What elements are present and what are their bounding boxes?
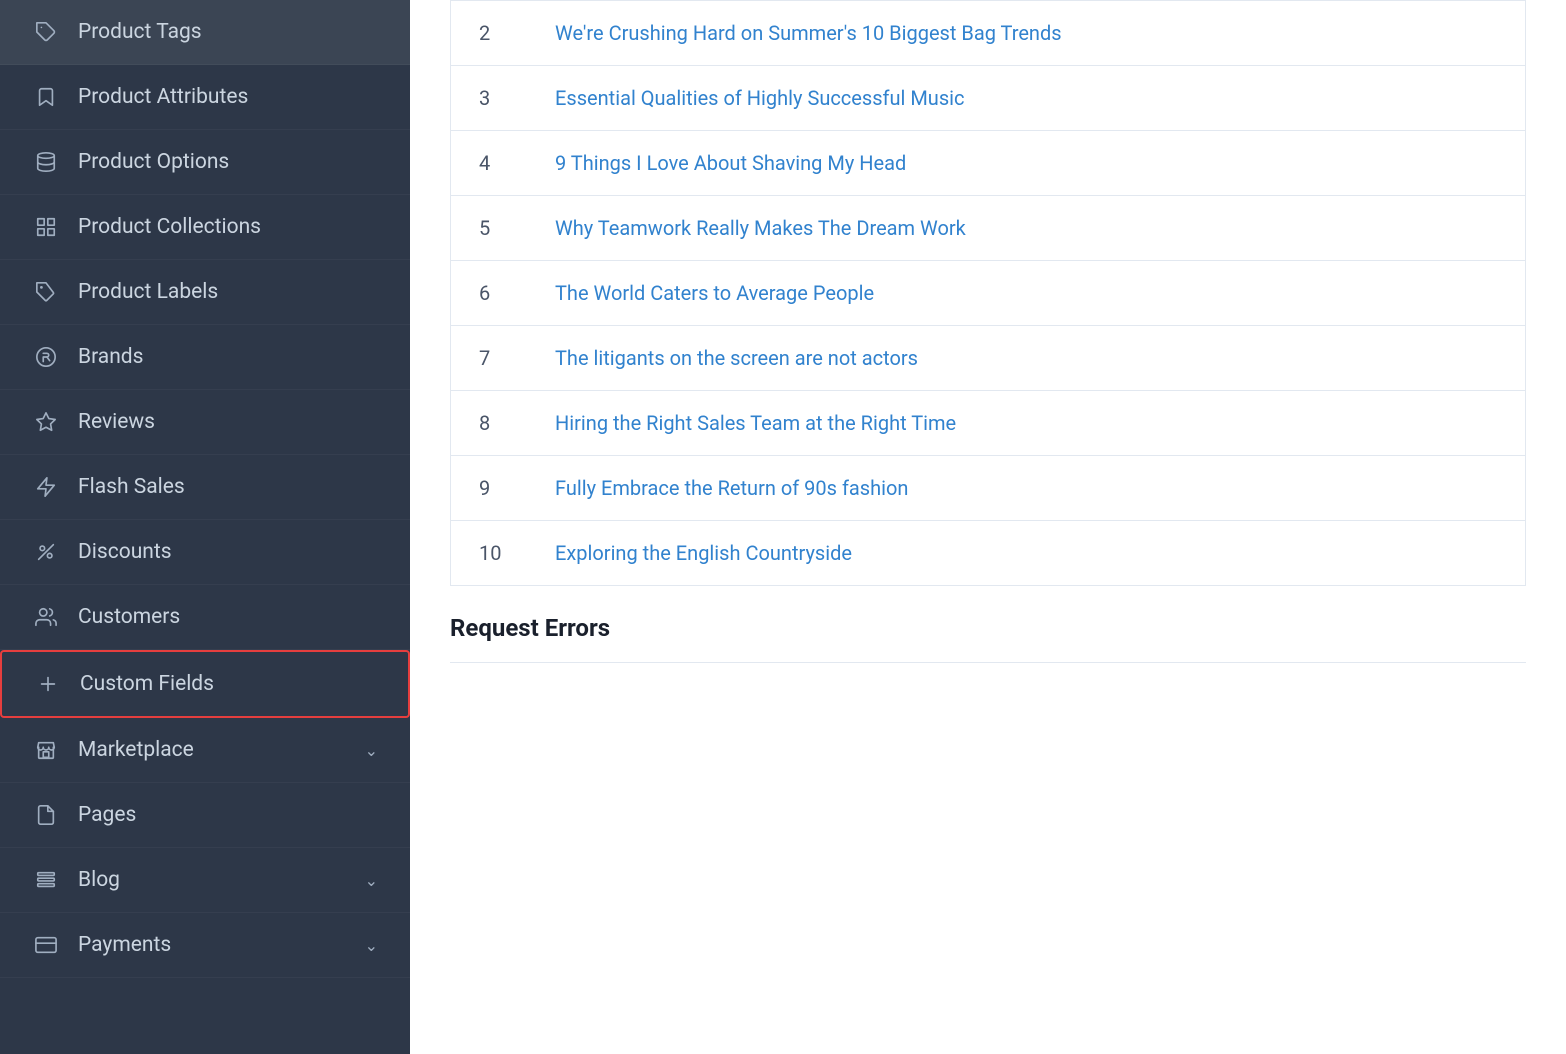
row-number: 5: [479, 216, 515, 240]
tag-icon: [32, 18, 60, 46]
flash-icon: [32, 473, 60, 501]
row-link[interactable]: 9 Things I Love About Shaving My Head: [555, 151, 906, 175]
sidebar-item-custom-fields[interactable]: Custom Fields: [0, 650, 410, 718]
table-row: 9 Fully Embrace the Return of 90s fashio…: [451, 456, 1525, 521]
bookmark-icon: [32, 83, 60, 111]
grid-icon: [32, 213, 60, 241]
sidebar-item-label: Flash Sales: [78, 475, 185, 499]
users-icon: [32, 603, 60, 631]
row-link[interactable]: Why Teamwork Really Makes The Dream Work: [555, 216, 966, 240]
row-link[interactable]: Essential Qualities of Highly Successful…: [555, 86, 964, 110]
row-link[interactable]: The World Caters to Average People: [555, 281, 874, 305]
sidebar-item-label: Payments: [78, 933, 171, 957]
sidebar-item-brands[interactable]: Brands: [0, 325, 410, 390]
plus-icon: [34, 670, 62, 698]
content-list: 2 We're Crushing Hard on Summer's 10 Big…: [450, 0, 1526, 586]
store-icon: [32, 736, 60, 764]
sidebar-item-label: Pages: [78, 803, 136, 827]
sidebar-item-pages[interactable]: Pages: [0, 783, 410, 848]
chevron-down-icon: ⌄: [365, 871, 378, 890]
percent-icon: [32, 538, 60, 566]
sidebar-item-payments[interactable]: Payments ⌄: [0, 913, 410, 978]
row-link[interactable]: The litigants on the screen are not acto…: [555, 346, 918, 370]
chevron-down-icon: ⌄: [365, 741, 378, 760]
table-row: 2 We're Crushing Hard on Summer's 10 Big…: [451, 1, 1525, 66]
sidebar-item-product-tags[interactable]: Product Tags: [0, 0, 410, 65]
sidebar-item-label: Blog: [78, 868, 120, 892]
sidebar: Product Tags Product Attributes Product …: [0, 0, 410, 1054]
row-link[interactable]: We're Crushing Hard on Summer's 10 Bigge…: [555, 21, 1062, 45]
sidebar-item-customers[interactable]: Customers: [0, 585, 410, 650]
main-content: 2 We're Crushing Hard on Summer's 10 Big…: [410, 0, 1566, 1054]
credit-card-icon: [32, 931, 60, 959]
sidebar-item-flash-sales[interactable]: Flash Sales: [0, 455, 410, 520]
request-errors-divider: [450, 662, 1526, 663]
row-link[interactable]: Hiring the Right Sales Team at the Right…: [555, 411, 956, 435]
row-link[interactable]: Exploring the English Countryside: [555, 541, 852, 565]
list-icon: [32, 866, 60, 894]
table-row: 4 9 Things I Love About Shaving My Head: [451, 131, 1525, 196]
table-row: 6 The World Caters to Average People: [451, 261, 1525, 326]
sidebar-item-product-options[interactable]: Product Options: [0, 130, 410, 195]
row-number: 3: [479, 86, 515, 110]
table-row: 8 Hiring the Right Sales Team at the Rig…: [451, 391, 1525, 456]
database-icon: [32, 148, 60, 176]
sidebar-item-label: Product Tags: [78, 20, 202, 44]
sidebar-item-blog[interactable]: Blog ⌄: [0, 848, 410, 913]
row-number: 8: [479, 411, 515, 435]
sidebar-item-reviews[interactable]: Reviews: [0, 390, 410, 455]
table-row: 10 Exploring the English Countryside: [451, 521, 1525, 585]
sidebar-item-label: Custom Fields: [80, 672, 214, 696]
file-icon: [32, 801, 60, 829]
sidebar-item-product-labels[interactable]: Product Labels: [0, 260, 410, 325]
request-errors-heading: Request Errors: [410, 586, 1566, 662]
sidebar-item-label: Brands: [78, 345, 144, 369]
table-row: 5 Why Teamwork Really Makes The Dream Wo…: [451, 196, 1525, 261]
sidebar-item-label: Product Attributes: [78, 85, 248, 109]
row-number: 9: [479, 476, 515, 500]
sidebar-item-label: Reviews: [78, 410, 155, 434]
sidebar-item-label: Customers: [78, 605, 180, 629]
sidebar-item-label: Marketplace: [78, 738, 194, 762]
sidebar-item-label: Product Collections: [78, 215, 261, 239]
sidebar-item-product-collections[interactable]: Product Collections: [0, 195, 410, 260]
table-row: 3 Essential Qualities of Highly Successf…: [451, 66, 1525, 131]
sidebar-item-product-attributes[interactable]: Product Attributes: [0, 65, 410, 130]
sidebar-item-discounts[interactable]: Discounts: [0, 520, 410, 585]
row-number: 10: [479, 541, 515, 565]
sidebar-item-label: Product Labels: [78, 280, 218, 304]
row-number: 4: [479, 151, 515, 175]
sidebar-item-marketplace[interactable]: Marketplace ⌄: [0, 718, 410, 783]
table-row: 7 The litigants on the screen are not ac…: [451, 326, 1525, 391]
star-icon: [32, 408, 60, 436]
registered-icon: [32, 343, 60, 371]
tag-label-icon: [32, 278, 60, 306]
row-number: 7: [479, 346, 515, 370]
sidebar-item-label: Discounts: [78, 540, 172, 564]
sidebar-item-label: Product Options: [78, 150, 229, 174]
row-number: 6: [479, 281, 515, 305]
row-link[interactable]: Fully Embrace the Return of 90s fashion: [555, 476, 908, 500]
row-number: 2: [479, 21, 515, 45]
chevron-down-icon: ⌄: [365, 936, 378, 955]
